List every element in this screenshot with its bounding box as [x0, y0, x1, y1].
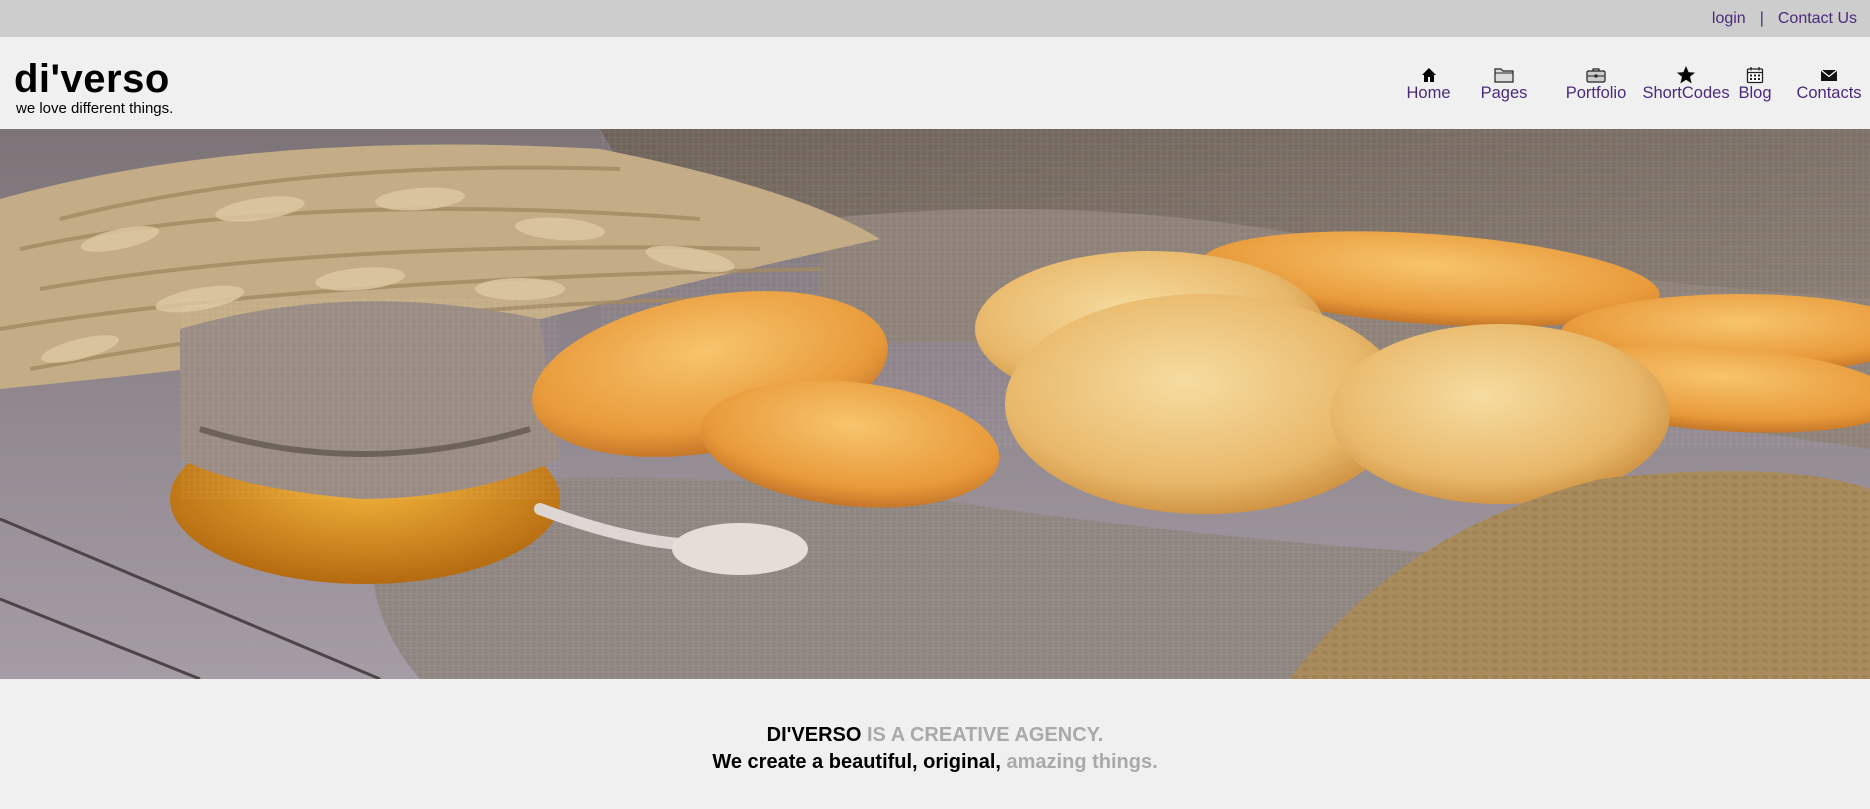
envelope-icon	[1818, 64, 1840, 86]
nav-item-portfolio[interactable]: Portfolio	[1565, 64, 1627, 103]
site-tagline: we love different things.	[16, 100, 174, 117]
nav-label-pages: Pages	[1480, 84, 1528, 102]
contact-us-link[interactable]: Contact Us	[1778, 10, 1857, 28]
nav-item-contacts[interactable]: Contacts	[1796, 64, 1862, 103]
tagline-rest: IS A CREATIVE AGENCY.	[867, 724, 1104, 746]
nav-label-blog: Blog	[1738, 84, 1772, 102]
folder-icon	[1493, 64, 1515, 86]
calendar-icon	[1744, 64, 1766, 86]
home-icon	[1418, 64, 1440, 86]
tagline-line2-dark: We create a beautiful, original,	[712, 751, 1001, 773]
briefcase-icon	[1585, 64, 1607, 86]
nav-item-shortcodes[interactable]: ShortCodes	[1642, 64, 1730, 103]
main-nav: Home Pages Portfolio ShortCodes Blog Con…	[1398, 64, 1870, 103]
topbar-separator: |	[1759, 9, 1764, 27]
agency-tagline: DI'VERSO IS A CREATIVE AGENCY. We create…	[0, 722, 1870, 776]
brand[interactable]: di'verso we love different things.	[14, 59, 173, 117]
hero-image	[0, 129, 1870, 679]
nav-label-contacts: Contacts	[1796, 84, 1862, 102]
bread-and-wheat-photo	[0, 129, 1870, 679]
nav-label-home: Home	[1406, 84, 1451, 102]
tagline-line-1: DI'VERSO IS A CREATIVE AGENCY.	[0, 722, 1870, 749]
nav-item-home[interactable]: Home	[1398, 64, 1459, 103]
tagline-line2-light: amazing things.	[1006, 751, 1158, 773]
star-icon	[1675, 64, 1697, 86]
top-bar: login | Contact Us	[0, 0, 1870, 37]
tagline-brand: DI'VERSO	[766, 724, 862, 746]
nav-label-portfolio: Portfolio	[1565, 84, 1627, 102]
nav-item-blog[interactable]: Blog	[1738, 64, 1772, 103]
site-logo[interactable]: di'verso	[14, 59, 173, 99]
site-header: di'verso we love different things. Home …	[0, 37, 1870, 129]
nav-label-shortcodes: ShortCodes	[1642, 84, 1730, 102]
login-link[interactable]: login	[1712, 10, 1746, 28]
tagline-line-2: We create a beautiful, original, amazing…	[0, 749, 1870, 776]
nav-item-pages[interactable]: Pages	[1479, 64, 1529, 103]
